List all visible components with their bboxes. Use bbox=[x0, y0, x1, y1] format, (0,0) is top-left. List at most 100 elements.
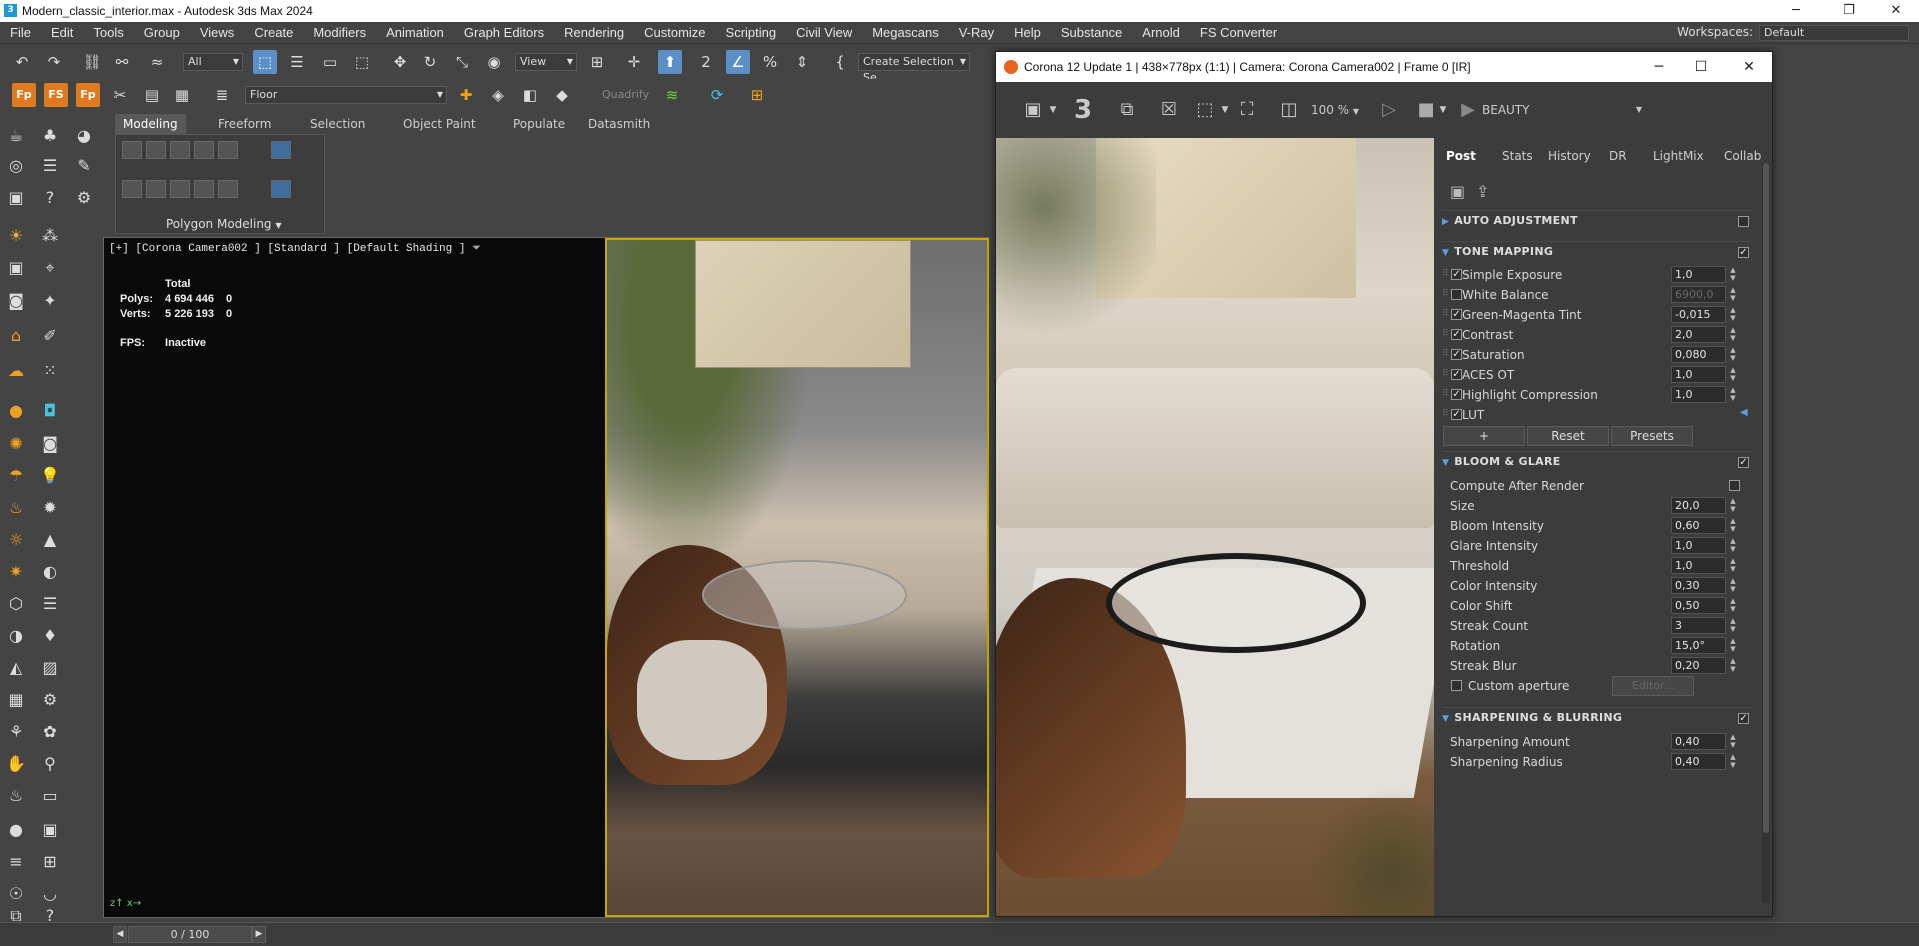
simple-exposure-checkbox[interactable]: ✓ bbox=[1451, 269, 1462, 280]
streak-count-input[interactable]: 3 bbox=[1671, 617, 1726, 634]
spinner-icon[interactable]: ▲ ▼ bbox=[1727, 657, 1739, 674]
rotation-input[interactable]: 15,0° bbox=[1671, 637, 1726, 654]
help-icon[interactable]: ? bbox=[38, 186, 62, 210]
spinner-icon[interactable]: ▲ ▼ bbox=[1727, 266, 1739, 283]
paint-icon[interactable]: ✦ bbox=[38, 289, 62, 313]
section-tone-mapping[interactable]: ▼ TONE MAPPING ✓ bbox=[1442, 241, 1752, 261]
menu-animation[interactable]: Animation bbox=[376, 22, 454, 44]
menu-arnold[interactable]: Arnold bbox=[1132, 22, 1190, 44]
spinner-icon[interactable]: ▲ ▼ bbox=[1727, 597, 1739, 614]
target-icon[interactable]: ⌖ bbox=[38, 256, 62, 280]
spinner-icon[interactable]: ▲ ▼ bbox=[1727, 286, 1739, 303]
sharpening-amount-input[interactable]: 0,40 bbox=[1671, 733, 1726, 750]
aces-ot-input[interactable]: 1,0 bbox=[1671, 366, 1726, 383]
select-by-name-icon[interactable]: ☰ bbox=[285, 50, 309, 74]
menu-help[interactable]: Help bbox=[1004, 22, 1051, 44]
use-nurms-icon[interactable] bbox=[271, 180, 291, 198]
ball-icon[interactable]: ● bbox=[4, 399, 28, 423]
tab-selection[interactable]: Selection bbox=[302, 114, 373, 134]
maximize-button[interactable]: ❐ bbox=[1826, 0, 1872, 22]
palette-icon[interactable]: ✿ bbox=[38, 720, 62, 744]
spinner-icon[interactable]: ▲ ▼ bbox=[1727, 753, 1739, 770]
menu-group[interactable]: Group bbox=[134, 22, 190, 44]
arrange-icon[interactable]: ⊞ bbox=[745, 83, 769, 107]
workspaces-select[interactable]: Default bbox=[1759, 25, 1909, 41]
lut-expand-icon[interactable]: ◀ bbox=[1740, 407, 1748, 418]
menu-fs-converter[interactable]: FS Converter bbox=[1190, 22, 1287, 44]
named-selection-set-dropdown[interactable]: Create Selection Se ▼ bbox=[858, 53, 970, 84]
region-render-icon[interactable]: ⬚ bbox=[1192, 98, 1218, 122]
element-mode-icon[interactable] bbox=[218, 141, 238, 159]
minimize-button[interactable]: ─ bbox=[1773, 0, 1819, 22]
gear-icon[interactable]: ⚙ bbox=[38, 688, 62, 712]
highlight-compression-input[interactable]: 1,0 bbox=[1671, 386, 1726, 403]
save-icon[interactable]: ▣ bbox=[1018, 98, 1048, 122]
modeling-stack-icon[interactable]: ≋ bbox=[660, 83, 684, 107]
reference-coord-dropdown[interactable]: View ▼ bbox=[515, 53, 577, 71]
preserve-uvs-icon[interactable] bbox=[146, 180, 166, 198]
picture-icon[interactable]: ▨ bbox=[38, 656, 62, 680]
scrollbar-thumb[interactable] bbox=[1763, 163, 1769, 833]
spinner-icon[interactable]: ▲ ▼ bbox=[1727, 537, 1739, 554]
spotlight-icon[interactable]: ☂ bbox=[4, 464, 28, 488]
menu-create[interactable]: Create bbox=[244, 22, 303, 44]
teapot-icon[interactable]: ☕ bbox=[4, 124, 28, 148]
wheat-icon[interactable]: ⚘ bbox=[4, 720, 28, 744]
pine-icon[interactable]: ▲ bbox=[38, 528, 62, 552]
quadrify-label[interactable]: Quadrify bbox=[602, 88, 649, 101]
tab-datasmith[interactable]: Datasmith bbox=[580, 114, 658, 134]
tab-post[interactable]: Post bbox=[1446, 149, 1476, 163]
plane-icon[interactable]: ◭ bbox=[4, 656, 28, 680]
saturation-input[interactable]: 0,080 bbox=[1671, 346, 1726, 363]
hand-icon[interactable]: ✋ bbox=[4, 752, 28, 776]
percent-snap-icon[interactable]: % bbox=[758, 50, 782, 74]
drag-handle-icon[interactable]: ⠿ bbox=[1442, 309, 1449, 319]
clear-icon[interactable]: ☒ bbox=[1156, 98, 1182, 122]
rotate-icon[interactable]: ↻ bbox=[418, 50, 442, 74]
spinner-icon[interactable]: ▲ ▼ bbox=[1727, 346, 1739, 363]
redo-icon[interactable]: ↷ bbox=[42, 50, 66, 74]
drag-handle-icon[interactable]: ⠿ bbox=[1442, 269, 1449, 279]
forest-pack-icon[interactable]: Fp bbox=[12, 83, 36, 107]
bind-spacewarp-icon[interactable]: ≈ bbox=[145, 50, 169, 74]
unlink-icon[interactable]: ⚯ bbox=[110, 50, 134, 74]
save-settings-icon[interactable]: ▣ bbox=[1450, 182, 1465, 201]
spinner-icon[interactable]: ▲ ▼ bbox=[1727, 517, 1739, 534]
glare-intensity-input[interactable]: 1,0 bbox=[1671, 537, 1726, 554]
panel-scrollbar[interactable] bbox=[1762, 163, 1770, 903]
render-icon[interactable]: ◐ bbox=[38, 560, 62, 584]
spinner-icon[interactable]: ▲ ▼ bbox=[1727, 497, 1739, 514]
collapse-stack-icon[interactable] bbox=[194, 180, 214, 198]
torus-icon[interactable]: ◎ bbox=[4, 154, 28, 178]
drop-icon[interactable]: ♦ bbox=[38, 624, 62, 648]
corona-camera-icon[interactable]: ◙ bbox=[38, 432, 62, 456]
add-layer-icon[interactable]: ✚ bbox=[454, 83, 478, 107]
lamp-icon[interactable]: ⌂ bbox=[4, 324, 28, 348]
color-shift-input[interactable]: 0,50 bbox=[1671, 597, 1726, 614]
drag-handle-icon[interactable]: ⠿ bbox=[1442, 289, 1449, 299]
menu-customize[interactable]: Customize bbox=[634, 22, 715, 44]
polygon-modeling-label[interactable]: Polygon Modeling ▼ bbox=[166, 217, 282, 231]
forest-pack-lite-icon[interactable]: Fp bbox=[76, 83, 100, 107]
chevron-down-icon[interactable]: ▼ bbox=[1046, 98, 1060, 122]
isolate-layer-icon[interactable]: ◆ bbox=[550, 83, 574, 107]
spinner-icon[interactable]: ▲ ▼ bbox=[1727, 366, 1739, 383]
time-next-icon[interactable]: ▶ bbox=[252, 926, 266, 943]
threshold-input[interactable]: 1,0 bbox=[1671, 557, 1726, 574]
show-end-result-icon[interactable] bbox=[271, 141, 291, 159]
aces-ot-checkbox[interactable]: ✓ bbox=[1451, 369, 1462, 380]
tab-object-paint[interactable]: Object Paint bbox=[395, 114, 484, 134]
drag-handle-icon[interactable]: ⠿ bbox=[1442, 409, 1449, 419]
film-camera-icon[interactable]: ◙ bbox=[4, 289, 28, 313]
bounce-icon[interactable]: ♨ bbox=[4, 496, 28, 520]
select-object-icon[interactable]: ⬚ bbox=[253, 50, 277, 74]
menu-edit[interactable]: Edit bbox=[41, 22, 83, 44]
modify-mode-icon[interactable] bbox=[122, 180, 142, 198]
tab-history[interactable]: History bbox=[1548, 149, 1591, 163]
vfb-close-button[interactable]: ✕ bbox=[1726, 52, 1772, 82]
toggle-cage-icon[interactable] bbox=[218, 180, 238, 198]
sharpening-radius-input[interactable]: 0,40 bbox=[1671, 753, 1726, 770]
resume-icon[interactable]: ▶ bbox=[1456, 98, 1480, 122]
tree-icon[interactable]: ♣ bbox=[38, 124, 62, 148]
menu-substance[interactable]: Substance bbox=[1051, 22, 1132, 44]
